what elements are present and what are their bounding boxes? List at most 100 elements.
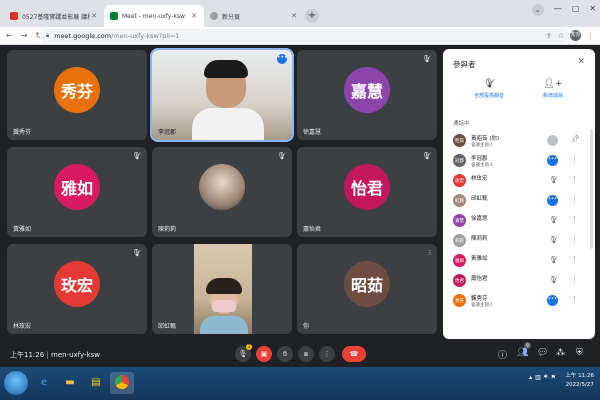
info-icon[interactable]: ⓘ [498, 348, 507, 361]
host-controls-icon[interactable]: ⛨ [576, 348, 583, 358]
close-panel-icon[interactable]: ✕ [577, 57, 585, 67]
address-bar[interactable]: 🔒︎ meet.google.com /men-uxfy-ksw?pli=1 [40, 29, 570, 43]
more-options-button[interactable]: ⋮ [319, 346, 335, 362]
gmail-icon [10, 12, 18, 20]
participant-row[interactable]: 莉莉 陳莉莉 🎙︎̸ ⋮ [443, 231, 595, 251]
more-vert-icon[interactable]: ⋮ [571, 155, 578, 163]
participant-row[interactable]: 虹甄 邱虹甄 ••• ⋮ [443, 191, 595, 211]
profile-avatar[interactable]: 秀芬 [570, 30, 581, 41]
close-window-icon[interactable]: ✕ [589, 4, 596, 16]
participant-row[interactable]: 秀芬 龔秀芬 會議主辦人 ••• ⋮ [443, 291, 595, 311]
tab-label: 0527基隆實踐並影展 議程 - ext [22, 13, 90, 21]
participant-row[interactable]: 雅如 黃雅如 🎙︎̸ ⋮ [443, 251, 595, 271]
participant-name: 徐嘉慧 [303, 129, 322, 136]
more-vert-icon[interactable]: ⋮ [571, 255, 578, 263]
close-icon[interactable]: ✕ [190, 12, 198, 20]
panel-scrollbar[interactable] [590, 129, 593, 249]
chevron-up-icon[interactable]: ▴ [529, 374, 532, 381]
participant-avatar: 昭茹 [344, 260, 390, 307]
mic-badge: 1 [246, 344, 252, 350]
clock-time: 上午 11:26 [565, 373, 594, 379]
mute-all-button[interactable]: 🎙︎̸ 全部設為靜音 [459, 79, 519, 99]
tab-meet[interactable]: Meet - men-uxfy-ksw ✕ [104, 5, 204, 27]
chrome-icon[interactable] [110, 372, 134, 394]
participant-tile[interactable]: 嘉慧 🎙︎̸ 徐嘉慧 [297, 50, 437, 140]
participant-name: 李冠郡 [158, 129, 177, 136]
mic-icon: 🎙︎ [238, 350, 248, 358]
browser-toolbar: ← → ↻ 🔒︎ meet.google.com /men-uxfy-ksw?p… [0, 27, 600, 45]
more-vert-icon[interactable]: ⋮ [571, 175, 578, 183]
share-icon[interactable]: ⇪ [546, 32, 552, 40]
speaking-icon: ••• [547, 155, 558, 166]
network-icon[interactable]: ▥ [535, 374, 541, 381]
participant-tile[interactable]: 玫宏 🎙︎̸ 林玫宏 [7, 244, 147, 334]
tab-search-icon[interactable]: ⌄ [531, 4, 544, 16]
more-vert-icon[interactable]: ⋮ [571, 295, 578, 303]
participants-panel: 參與者 ✕ 🎙︎̸ 全部設為靜音 👤︎+ 新增成員 通話中 昭茹 黃昭茹 (你)… [443, 49, 595, 339]
system-tray: ▴ ▥ 🔊︎ ⚑ [529, 373, 556, 381]
participant-row[interactable]: 冠郡 李冠郡 會議主辦人 ••• ⋮ [443, 151, 595, 171]
screen: 0527基隆實踐並影展 議程 - ext ✕ Meet - men-uxfy-k… [0, 0, 600, 400]
forward-icon[interactable]: → [21, 31, 28, 40]
more-options-icon[interactable]: ••• [277, 54, 288, 64]
participant-row[interactable]: 怡君 蕭怡君 🎙︎̸ ⋮ [443, 271, 595, 291]
tab-new[interactable]: 新分頁 ✕ [204, 5, 304, 27]
more-vert-icon[interactable]: ⋮ [571, 215, 578, 223]
add-people-button[interactable]: 👤︎+ 新增成員 [523, 79, 583, 99]
clock-date: 2022/5/27 [565, 382, 594, 388]
camera-off-button[interactable]: ▣ [256, 346, 272, 362]
pin-icon[interactable]: 📌︎ [571, 135, 580, 143]
raise-hand-button[interactable]: ✋︎ [277, 346, 293, 362]
mic-off-icon: 🎙︎̸ [549, 176, 558, 184]
more-vert-icon[interactable]: ⁝ [429, 249, 431, 257]
flag-icon[interactable]: ⚑ [551, 374, 556, 381]
close-icon[interactable]: ✕ [90, 12, 98, 20]
more-vert-icon[interactable]: ⋮ [571, 275, 578, 283]
participant-row-name: 黃雅如 [471, 256, 488, 262]
participant-avatar: 昭茹 [453, 134, 466, 147]
participant-avatar: 玫宏 [54, 260, 100, 307]
tab-agenda[interactable]: 0527基隆實踐並影展 議程 - ext ✕ [4, 5, 104, 27]
participant-tile[interactable]: 昭茹 ⁝ 你 [297, 244, 437, 334]
mic-off-icon: 🎙︎̸ [422, 152, 431, 160]
close-icon[interactable]: ✕ [290, 12, 298, 20]
menu-icon[interactable]: ⋮ [587, 32, 594, 40]
star-icon[interactable]: ☆ [558, 32, 564, 40]
system-clock[interactable]: 上午 11:26 2022/5/27 [565, 372, 594, 390]
participant-row[interactable]: 嘉慧 徐嘉慧 🎙︎̸ ⋮ [443, 211, 595, 231]
maximize-icon[interactable]: ▢ [572, 4, 580, 16]
app-icon[interactable]: ▤ [84, 372, 108, 394]
people-icon[interactable]: 👥︎ [517, 348, 528, 358]
more-vert-icon[interactable]: ⋮ [571, 195, 578, 203]
participant-row[interactable]: 昭茹 黃昭茹 (你) 會議主辦人 📌︎ [443, 131, 595, 151]
chat-icon[interactable]: 💬︎ [537, 348, 548, 358]
participant-tile[interactable]: 怡君 🎙︎̸ 蕭怡君 [297, 147, 437, 237]
participant-row-role: 會議主辦人 [471, 143, 494, 148]
mic-button[interactable]: 🎙︎ 1 [235, 344, 252, 362]
ie-icon[interactable]: e [32, 372, 56, 394]
participant-row-name: 李冠郡 [471, 156, 488, 162]
minimize-icon[interactable]: — [554, 4, 562, 16]
participant-avatar: 秀芬 [453, 294, 466, 307]
windows-start-icon[interactable] [4, 371, 28, 395]
activities-icon[interactable]: ⁂ [556, 348, 565, 358]
participant-video [194, 244, 252, 334]
participant-row[interactable]: 玫宏 林玫宏 🎙︎̸ ⋮ [443, 171, 595, 191]
new-tab-button[interactable]: + [305, 9, 319, 23]
folder-icon[interactable]: ▬ [58, 372, 82, 394]
participant-tile[interactable]: 雅如 🎙︎̸ 黃雅如 [7, 147, 147, 237]
present-button[interactable]: ⧈ [298, 346, 314, 362]
leave-call-button[interactable]: ☎︎ [342, 346, 366, 362]
volume-icon[interactable]: 🔊︎ [544, 373, 548, 381]
mic-off-icon: 🎙︎̸ [277, 152, 286, 160]
more-vert-icon[interactable]: ⋮ [571, 235, 578, 243]
participant-tile[interactable]: 🎙︎̸ 陳莉莉 [152, 147, 292, 237]
back-icon[interactable]: ← [6, 31, 13, 40]
participant-tile[interactable]: ••• 李冠郡 [150, 48, 294, 142]
speaking-icon: ••• [547, 195, 558, 206]
participant-row-name: 龔秀芬 [471, 296, 488, 302]
speaking-icon: ••• [547, 295, 558, 306]
participant-tile[interactable]: 秀芬 龔秀芬 [7, 50, 147, 140]
participant-tile[interactable]: 邱虹甄 [152, 244, 292, 334]
present-icon: ⧈ [303, 350, 309, 358]
